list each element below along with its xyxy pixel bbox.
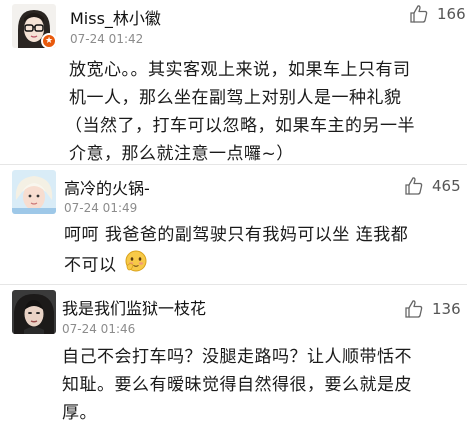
comment-text: 呵呵 我爸爸的副驾驶只有我妈可以坐 连我都 不可以 <box>64 221 408 282</box>
thumbs-up-icon <box>409 4 429 24</box>
comment-line: 呵呵 我爸爸的副驾驶只有我妈可以坐 连我都 <box>64 225 409 245</box>
comment-line: 厚。 <box>62 403 97 423</box>
thumbs-up-icon <box>404 299 424 319</box>
comment-line: 自己不会打车吗？没腿走路吗？让人顺带恬不 <box>62 347 412 367</box>
like-button[interactable]: 166 <box>409 4 466 24</box>
comment-line: （当然了，打车可以忽略，如果车主的另一半 <box>65 116 415 136</box>
star-badge-icon: ★ <box>41 33 57 49</box>
comment-line: 不可以 <box>64 249 408 282</box>
comment-item: 我是我们监狱一枝花 07-24 01:46 136 自己不会打车吗？没腿走路吗？… <box>0 285 467 425</box>
shy-face-emoji-icon <box>124 249 148 282</box>
like-button[interactable]: 136 <box>404 299 461 319</box>
comment-line-text: 不可以 <box>64 255 117 276</box>
like-count: 465 <box>432 177 461 195</box>
timestamp: 07-24 01:42 <box>70 32 144 46</box>
comment-item: ★ Miss_林小徽 07-24 01:42 166 放宽心。。其实客观上来说，… <box>0 0 467 165</box>
comment-line: 放宽心。。其实客观上来说，如果车上只有司 <box>69 60 411 80</box>
comment-text: 自己不会打车吗？没腿走路吗？让人顺带恬不 知耻。要么有暧昧觉得自然得很，要么就是… <box>62 343 412 427</box>
username[interactable]: 高冷的火锅- <box>64 175 150 199</box>
timestamp: 07-24 01:49 <box>64 201 138 215</box>
timestamp: 07-24 01:46 <box>62 322 136 336</box>
comment-line: 机一人，那么坐在副驾上对别人是一种礼貌 <box>69 88 402 108</box>
thumbs-up-icon <box>404 176 424 196</box>
like-count: 136 <box>432 300 461 318</box>
comment-item: 高冷的火锅- 07-24 01:49 465 呵呵 我爸爸的副驾驶只有我妈可以坐… <box>0 165 467 285</box>
comment-text: 放宽心。。其实客观上来说，如果车上只有司 机一人，那么坐在副驾上对别人是一种礼貌… <box>65 56 415 168</box>
avatar[interactable] <box>12 290 56 334</box>
username[interactable]: 我是我们监狱一枝花 <box>62 295 206 319</box>
like-count: 166 <box>437 5 466 23</box>
username[interactable]: Miss_林小徽 <box>70 5 161 29</box>
like-button[interactable]: 465 <box>404 176 461 196</box>
avatar[interactable] <box>12 170 56 214</box>
comment-line: 知耻。要么有暧昧觉得自然得很，要么就是皮 <box>62 375 412 395</box>
